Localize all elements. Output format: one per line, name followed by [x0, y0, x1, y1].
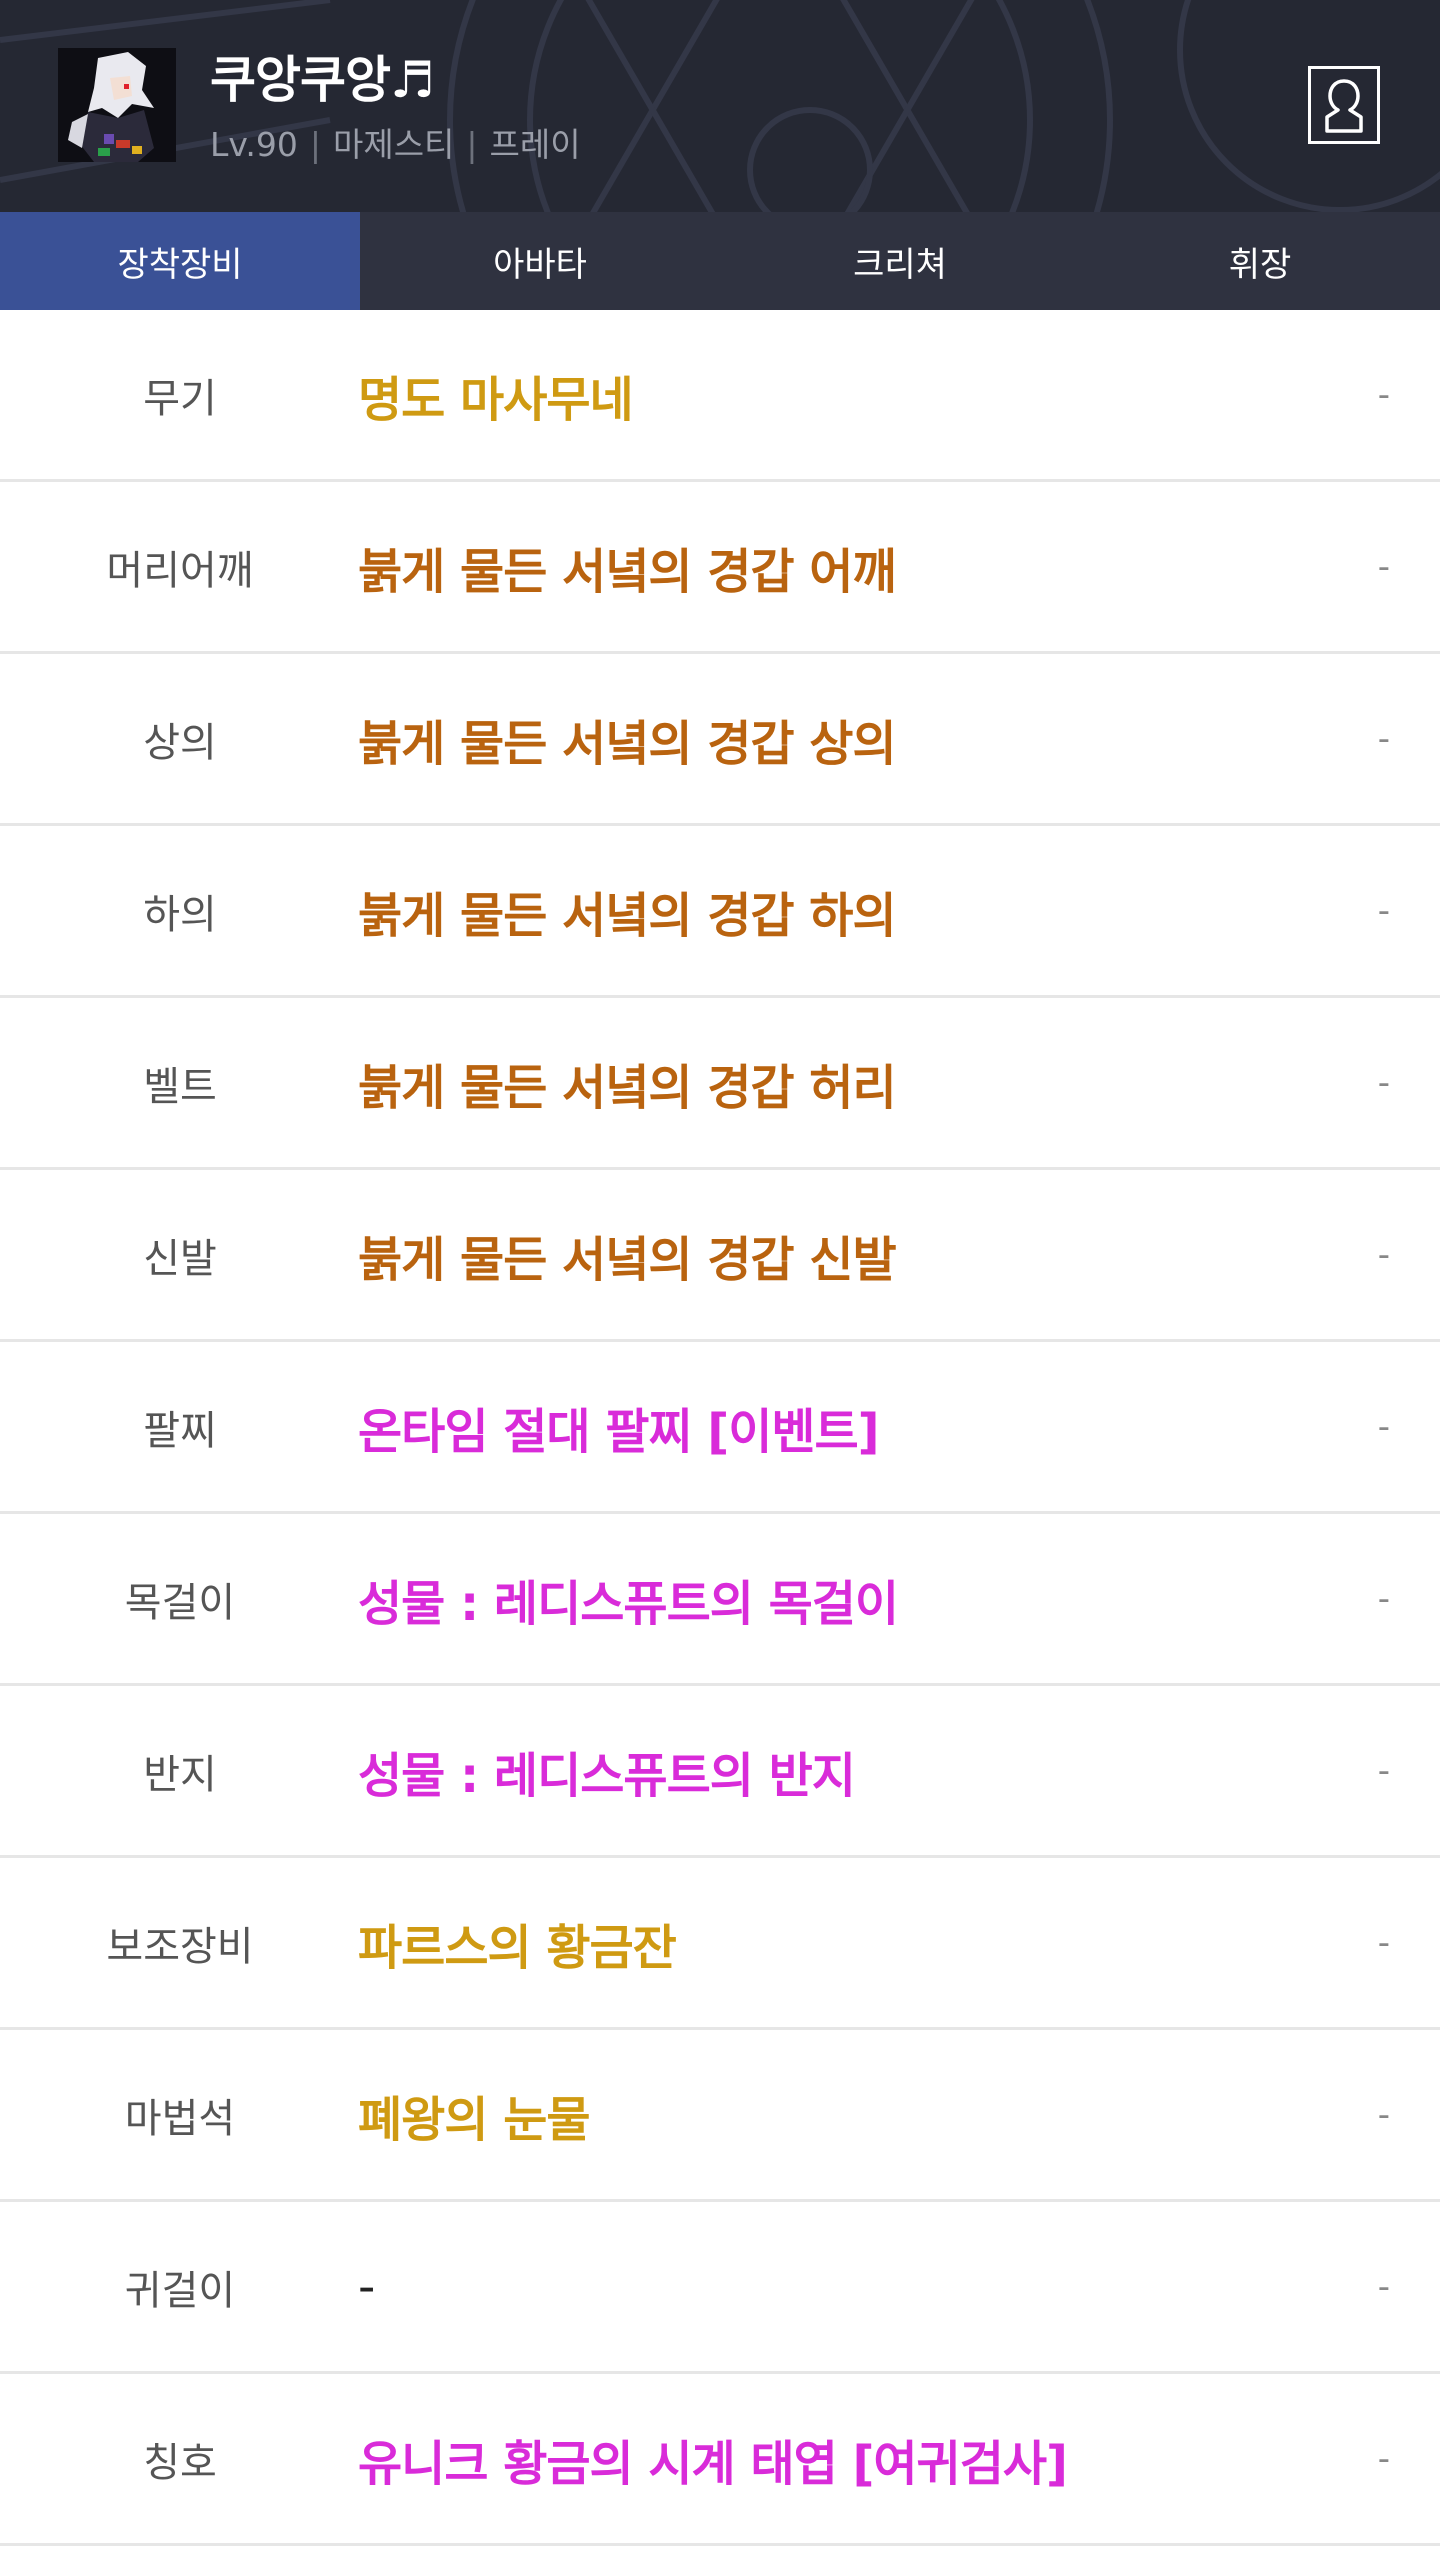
- tab-avatar[interactable]: 아바타: [360, 212, 720, 310]
- info-separator: |: [309, 125, 321, 164]
- item-extra: -: [1377, 890, 1390, 931]
- slot-label: 귀걸이: [124, 2267, 236, 2314]
- tab-emblem[interactable]: 휘장: [1080, 212, 1440, 310]
- equipment-row-bracelet[interactable]: 팔찌 온타임 절대 팔찌 [이벤트] -: [0, 1342, 1440, 1514]
- item-extra: -: [1377, 1234, 1390, 1275]
- item-extra: -: [1377, 546, 1390, 587]
- item-name[interactable]: 파르스의 황금잔: [358, 1858, 1298, 2027]
- character-avatar: [58, 48, 176, 162]
- slot-label: 신발: [143, 1235, 217, 1282]
- slot-label: 무기: [143, 375, 217, 422]
- slot-label: 목걸이: [124, 1579, 236, 1626]
- item-name[interactable]: 붉게 물든 서녘의 경갑 허리: [358, 998, 1298, 1167]
- equipment-row-belt[interactable]: 벨트 붉게 물든 서녘의 경갑 허리 -: [0, 998, 1440, 1170]
- equipment-row-top[interactable]: 상의 붉게 물든 서녘의 경갑 상의 -: [0, 654, 1440, 826]
- character-level: Lv.90: [210, 125, 298, 164]
- item-name[interactable]: 붉게 물든 서녘의 경갑 하의: [358, 826, 1298, 995]
- item-extra: -: [1377, 2266, 1390, 2307]
- slot-label: 상의: [143, 719, 217, 766]
- item-extra: -: [1377, 1062, 1390, 1103]
- item-name[interactable]: 유니크 황금의 시계 태엽 [여귀검사]: [358, 2374, 1298, 2543]
- tab-creature[interactable]: 크리쳐: [720, 212, 1080, 310]
- equipment-row-bottom[interactable]: 하의 붉게 물든 서녘의 경갑 하의 -: [0, 826, 1440, 998]
- slot-label: 보조장비: [106, 1923, 254, 1970]
- equipment-row-title[interactable]: 칭호 유니크 황금의 시계 태엽 [여귀검사] -: [0, 2374, 1440, 2546]
- item-name[interactable]: -: [358, 2202, 1298, 2371]
- item-name[interactable]: 온타임 절대 팔찌 [이벤트]: [358, 1342, 1298, 1511]
- item-extra: -: [1377, 374, 1390, 415]
- equipment-row-subweapon[interactable]: 보조장비 파르스의 황금잔 -: [0, 1858, 1440, 2030]
- equipment-row-weapon[interactable]: 무기 명도 마사무네 -: [0, 310, 1440, 482]
- item-extra: -: [1377, 1578, 1390, 1619]
- character-header: 쿠앙쿠앙♬ Lv.90 | 마제스티 | 프레이: [0, 0, 1440, 212]
- equipment-row-necklace[interactable]: 목걸이 성물 : 레디스퓨트의 목걸이 -: [0, 1514, 1440, 1686]
- slot-label: 머리어깨: [106, 547, 254, 594]
- character-info: Lv.90 | 마제스티 | 프레이: [210, 118, 581, 166]
- slot-label: 마법석: [124, 2095, 236, 2142]
- item-name[interactable]: 폐왕의 눈물: [358, 2030, 1298, 2199]
- slot-label: 벨트: [143, 1063, 217, 1110]
- item-name[interactable]: 붉게 물든 서녘의 경갑 상의: [358, 654, 1298, 823]
- equipment-row-head-shoulder[interactable]: 머리어깨 붉게 물든 서녘의 경갑 어깨 -: [0, 482, 1440, 654]
- equipment-row-magic-stone[interactable]: 마법석 폐왕의 눈물 -: [0, 2030, 1440, 2202]
- tab-equipment[interactable]: 장착장비: [0, 212, 360, 310]
- slot-label: 칭호: [143, 2439, 217, 2486]
- item-extra: -: [1377, 718, 1390, 759]
- profile-button[interactable]: [1308, 66, 1380, 144]
- character-name: 쿠앙쿠앙♬: [210, 51, 435, 109]
- character-server: 프레이: [489, 125, 581, 164]
- slot-label: 반지: [143, 1751, 217, 1798]
- item-name[interactable]: 명도 마사무네: [358, 310, 1298, 479]
- item-extra: -: [1377, 1750, 1390, 1791]
- character-job: 마제스티: [332, 125, 455, 164]
- person-silhouette-icon: [1325, 79, 1363, 133]
- equipment-row-ring[interactable]: 반지 성물 : 레디스퓨트의 반지 -: [0, 1686, 1440, 1858]
- info-separator: |: [466, 125, 478, 164]
- equipment-list: 무기 명도 마사무네 - 머리어깨 붉게 물든 서녘의 경갑 어깨 - 상의 붉…: [0, 310, 1440, 2546]
- item-extra: -: [1377, 1922, 1390, 1963]
- slot-label: 팔찌: [143, 1407, 217, 1454]
- equipment-tabs: 장착장비 아바타 크리쳐 휘장: [0, 212, 1440, 310]
- item-name[interactable]: 성물 : 레디스퓨트의 반지: [358, 1686, 1298, 1855]
- item-name[interactable]: 성물 : 레디스퓨트의 목걸이: [358, 1514, 1298, 1683]
- item-name[interactable]: 붉게 물든 서녘의 경갑 신발: [358, 1170, 1298, 1339]
- item-extra: -: [1377, 2438, 1390, 2479]
- equipment-row-shoes[interactable]: 신발 붉게 물든 서녘의 경갑 신발 -: [0, 1170, 1440, 1342]
- equipment-row-earring[interactable]: 귀걸이 - -: [0, 2202, 1440, 2374]
- slot-label: 하의: [143, 891, 217, 938]
- item-name[interactable]: 붉게 물든 서녘의 경갑 어깨: [358, 482, 1298, 651]
- item-extra: -: [1377, 2094, 1390, 2135]
- item-extra: -: [1377, 1406, 1390, 1447]
